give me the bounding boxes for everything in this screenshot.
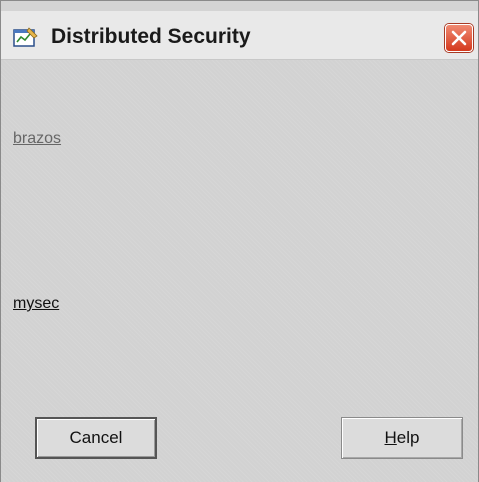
title-bar[interactable]: Distributed Security — [1, 11, 478, 60]
help-button[interactable]: Help — [341, 417, 463, 459]
help-button-label: Help — [385, 428, 420, 448]
link-mysec[interactable]: mysec — [13, 295, 59, 313]
close-button[interactable] — [445, 24, 473, 52]
help-label-rest: elp — [396, 428, 420, 447]
window-title: Distributed Security — [51, 25, 251, 48]
help-mnemonic: H — [384, 428, 397, 447]
close-icon — [451, 30, 467, 46]
distributed-security-dialog: Distributed Security brazos mysec Cancel… — [0, 0, 479, 482]
cancel-button-label: Cancel — [69, 428, 123, 447]
dialog-content: brazos mysec Cancel Help — [1, 60, 478, 482]
link-brazos[interactable]: brazos — [13, 130, 61, 148]
app-window-icon — [12, 25, 40, 49]
cancel-button[interactable]: Cancel — [35, 417, 157, 459]
